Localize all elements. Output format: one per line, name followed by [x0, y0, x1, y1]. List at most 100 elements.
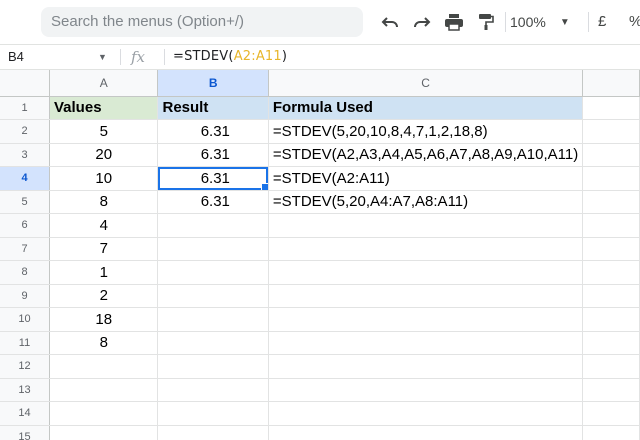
- cell-b9[interactable]: [157, 284, 269, 308]
- row-header[interactable]: 5: [0, 190, 50, 214]
- cell-d2[interactable]: [582, 119, 640, 144]
- cell-b10[interactable]: [157, 307, 269, 332]
- row-header[interactable]: 2: [0, 119, 50, 144]
- cell-a9[interactable]: 2: [49, 284, 159, 308]
- cell-c2[interactable]: =STDEV(5,20,10,8,4,7,1,2,18,8): [268, 119, 584, 144]
- print-icon[interactable]: [441, 8, 467, 36]
- search-menus-input[interactable]: Search the menus (Option+/): [41, 7, 363, 37]
- cell-c4[interactable]: =STDEV(A2:A11): [268, 166, 584, 191]
- table-row: 14: [0, 401, 640, 426]
- cell-d1[interactable]: [582, 96, 640, 120]
- cell-b14[interactable]: [157, 401, 269, 426]
- cell-c12[interactable]: [268, 354, 584, 379]
- cell-c10[interactable]: [268, 307, 584, 332]
- formula-input[interactable]: =STDEV(A2:A11): [173, 45, 287, 69]
- cell-c11[interactable]: [268, 331, 584, 355]
- cell-a4[interactable]: 10: [49, 166, 159, 191]
- cell-d14[interactable]: [582, 401, 640, 426]
- formula-prefix: =STDEV(: [173, 49, 234, 64]
- cell-d11[interactable]: [582, 331, 640, 355]
- row-header[interactable]: 11: [0, 331, 50, 355]
- cell-a1[interactable]: Values: [49, 96, 159, 120]
- cell-c5[interactable]: =STDEV(5,20,A4:A7,A8:A11): [268, 190, 584, 214]
- cell-b3[interactable]: 6.31: [157, 143, 269, 167]
- cell-d9[interactable]: [582, 284, 640, 308]
- cell-b6[interactable]: [157, 213, 269, 238]
- paint-format-icon[interactable]: [474, 8, 498, 36]
- redo-icon[interactable]: [410, 8, 434, 36]
- cell-a11[interactable]: 8: [49, 331, 159, 355]
- name-box[interactable]: B4 ▼: [0, 45, 118, 69]
- cell-c9[interactable]: [268, 284, 584, 308]
- cell-c14[interactable]: [268, 401, 584, 426]
- cell-b15[interactable]: [157, 425, 269, 440]
- column-header-b[interactable]: B: [157, 70, 269, 97]
- cell-d12[interactable]: [582, 354, 640, 379]
- undo-icon[interactable]: [378, 8, 402, 36]
- chevron-down-icon[interactable]: ▼: [98, 45, 107, 69]
- cell-c13[interactable]: [268, 378, 584, 402]
- cell-b8[interactable]: [157, 260, 269, 285]
- cell-c1[interactable]: Formula Used: [268, 96, 584, 120]
- cell-c15[interactable]: [268, 425, 584, 440]
- cell-a8[interactable]: 1: [49, 260, 159, 285]
- cell-d4[interactable]: [582, 166, 640, 191]
- cell-d15[interactable]: [582, 425, 640, 440]
- row-header[interactable]: 8: [0, 260, 50, 285]
- cell-b13[interactable]: [157, 378, 269, 402]
- fill-handle[interactable]: [260, 182, 268, 190]
- cell-d5[interactable]: [582, 190, 640, 214]
- cell-b4-selected[interactable]: 6.31: [157, 166, 269, 191]
- currency-format-button[interactable]: £: [598, 8, 606, 36]
- cell-b11[interactable]: [157, 331, 269, 355]
- cell-b7[interactable]: [157, 237, 269, 261]
- row-header-selected[interactable]: 4: [0, 166, 50, 191]
- row-header[interactable]: 9: [0, 284, 50, 308]
- cell-a6[interactable]: 4: [49, 213, 159, 238]
- row-header[interactable]: 12: [0, 354, 50, 379]
- cell-b4-value: 6.31: [200, 169, 230, 187]
- cell-a3[interactable]: 20: [49, 143, 159, 167]
- table-row: 5 8 6.31 =STDEV(5,20,A4:A7,A8:A11): [0, 190, 640, 214]
- cell-a2[interactable]: 5: [49, 119, 159, 144]
- cell-a13[interactable]: [49, 378, 159, 402]
- row-header[interactable]: 3: [0, 143, 50, 167]
- cell-b2[interactable]: 6.31: [157, 119, 269, 144]
- cell-a7[interactable]: 7: [49, 237, 159, 261]
- row-header[interactable]: 7: [0, 237, 50, 261]
- cell-a5[interactable]: 8: [49, 190, 159, 214]
- row-header[interactable]: 15: [0, 425, 50, 440]
- cell-c8[interactable]: [268, 260, 584, 285]
- cell-b12[interactable]: [157, 354, 269, 379]
- row-header[interactable]: 10: [0, 307, 50, 332]
- cell-c3[interactable]: =STDEV(A2,A3,A4,A5,A6,A7,A8,A9,A10,A11): [268, 143, 584, 167]
- cell-d7[interactable]: [582, 237, 640, 261]
- cell-b5[interactable]: 6.31: [157, 190, 269, 214]
- cell-d6[interactable]: [582, 213, 640, 238]
- column-header-c[interactable]: C: [268, 70, 584, 97]
- row-header[interactable]: 13: [0, 378, 50, 402]
- cell-a12[interactable]: [49, 354, 159, 379]
- cell-d10[interactable]: [582, 307, 640, 332]
- cell-c6[interactable]: [268, 213, 584, 238]
- cell-a15[interactable]: [49, 425, 159, 440]
- cell-a10[interactable]: 18: [49, 307, 159, 332]
- cell-c7[interactable]: [268, 237, 584, 261]
- percent-format-button[interactable]: %: [629, 8, 640, 36]
- zoom-select[interactable]: 100% ▼: [510, 8, 582, 36]
- select-all-corner[interactable]: [0, 70, 50, 97]
- cell-a14[interactable]: [49, 401, 159, 426]
- cell-d8[interactable]: [582, 260, 640, 285]
- cell-d3[interactable]: [582, 143, 640, 167]
- table-row: 4 10 6.31 =STDEV(A2:A11): [0, 166, 640, 191]
- table-row: 7 7: [0, 237, 640, 261]
- fx-icon: fx: [131, 48, 146, 66]
- column-header-a[interactable]: A: [49, 70, 159, 97]
- table-row: 1 Values Result Formula Used: [0, 96, 640, 120]
- cell-b1[interactable]: Result: [157, 96, 269, 120]
- row-header[interactable]: 1: [0, 96, 50, 120]
- row-header[interactable]: 14: [0, 401, 50, 426]
- cell-d13[interactable]: [582, 378, 640, 402]
- row-header[interactable]: 6: [0, 213, 50, 238]
- column-header-d[interactable]: [582, 70, 640, 97]
